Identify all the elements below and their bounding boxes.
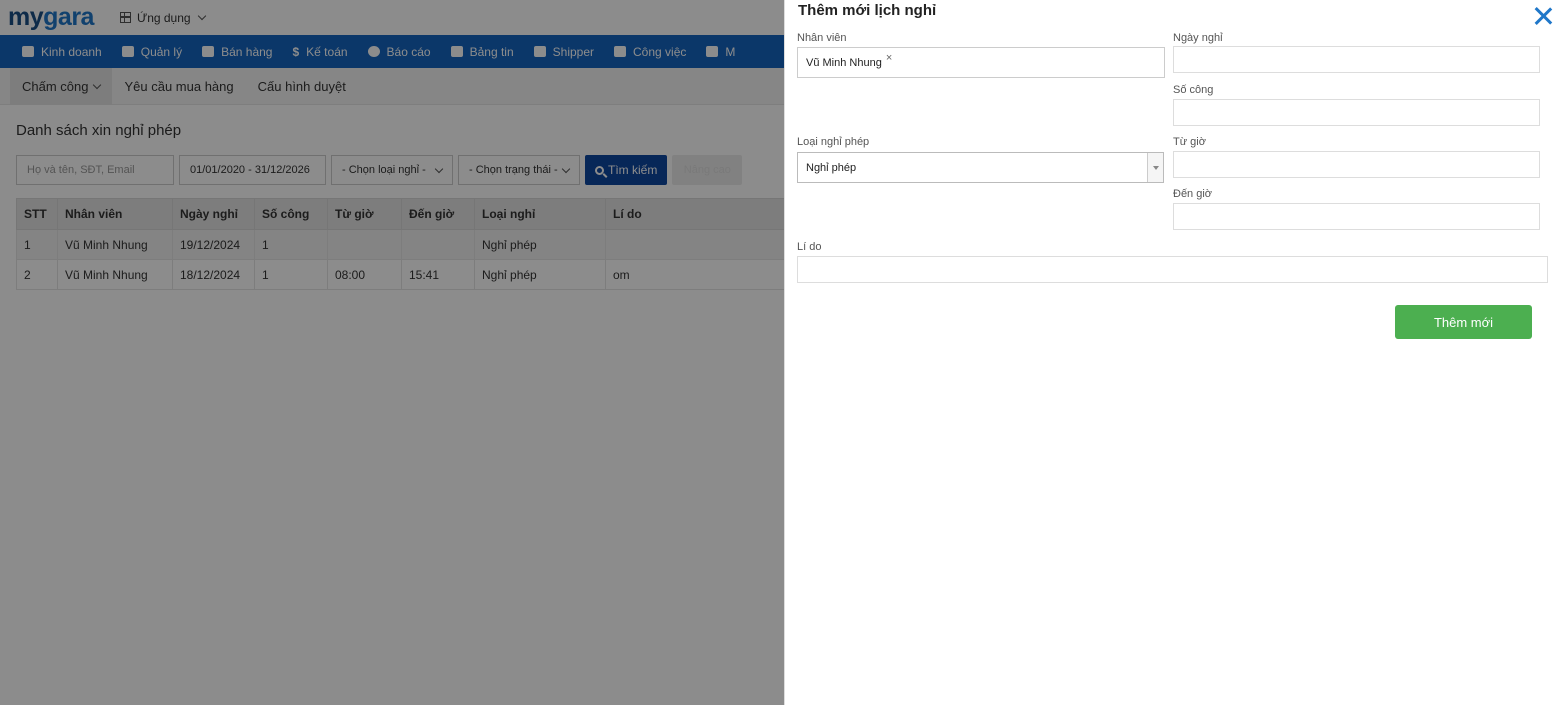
reason-label: Lí do — [797, 241, 822, 253]
add-new-button[interactable]: Thêm mới — [1395, 305, 1532, 339]
reason-field[interactable] — [797, 256, 1548, 283]
remove-tag-icon[interactable]: × — [886, 52, 892, 64]
employee-label: Nhân viên — [797, 32, 847, 44]
to-time-label: Đến giờ — [1173, 188, 1213, 200]
close-icon[interactable] — [1532, 5, 1554, 27]
drawer-title: Thêm mới lịch nghỉ — [798, 2, 937, 19]
date-field[interactable] — [1173, 46, 1540, 73]
add-leave-drawer: Thêm mới lịch nghỉ Nhân viên Vũ Minh Nhu… — [784, 0, 1568, 705]
employee-tag: Vũ Minh Nhung × — [806, 51, 893, 69]
date-label: Ngày nghỉ — [1173, 32, 1223, 44]
employee-multiselect[interactable]: Vũ Minh Nhung × — [797, 47, 1165, 78]
workdays-field[interactable] — [1173, 99, 1540, 126]
from-time-field[interactable] — [1173, 151, 1540, 178]
workdays-label: Số công — [1173, 84, 1214, 96]
dropdown-arrow-icon[interactable] — [1147, 153, 1163, 182]
from-time-label: Từ giờ — [1173, 136, 1206, 148]
to-time-field[interactable] — [1173, 203, 1540, 230]
leave-type-label: Loại nghỉ phép — [797, 136, 870, 148]
leave-type-select[interactable]: Nghỉ phép — [797, 152, 1164, 183]
